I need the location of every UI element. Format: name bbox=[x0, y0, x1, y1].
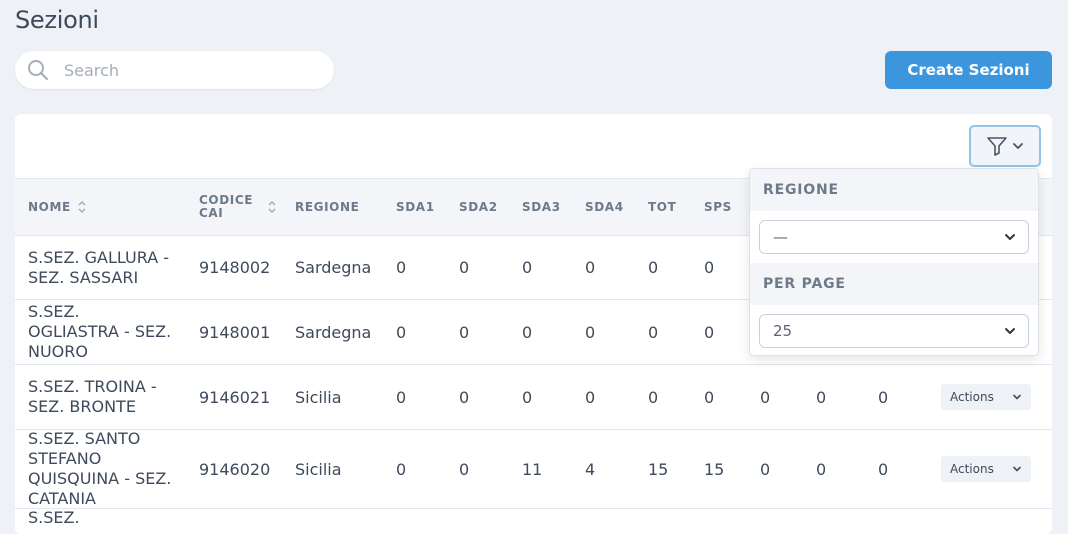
table-row: S.SEZ. bbox=[15, 508, 1052, 534]
tot-cell: 15 bbox=[648, 459, 669, 479]
regione-cell: Sardegna bbox=[295, 322, 372, 342]
tot-cell: 0 bbox=[648, 387, 659, 407]
per-page-select[interactable]: 25 bbox=[759, 314, 1029, 348]
sda4-cell: 4 bbox=[585, 459, 596, 479]
sort-icon[interactable] bbox=[77, 199, 87, 215]
nome-cell: S.SEZ. SANTO STEFANO QUISQUINA - SEZ. CATAN… bbox=[28, 429, 172, 508]
value-cell: 0 bbox=[878, 387, 889, 407]
filter-button[interactable] bbox=[969, 125, 1041, 167]
column-header-sda2: SDA2 bbox=[459, 200, 498, 214]
column-header-nome[interactable]: NOME bbox=[28, 179, 87, 235]
sps-cell: 0 bbox=[704, 387, 715, 407]
sda4-cell: 0 bbox=[585, 258, 596, 277]
value-cell: 0 bbox=[816, 387, 827, 407]
sps-cell: 0 bbox=[704, 322, 715, 342]
search-icon bbox=[28, 60, 48, 80]
chevron-down-icon bbox=[1013, 466, 1021, 472]
sps-cell: 15 bbox=[704, 459, 725, 479]
value-cell: 0 bbox=[760, 459, 771, 479]
search-box bbox=[15, 51, 334, 89]
sps-cell: 0 bbox=[704, 258, 715, 277]
per-page-filter-label: PER PAGE bbox=[750, 263, 1038, 305]
codice-cell: 9148002 bbox=[199, 258, 271, 277]
filter-dropdown: REGIONE — PER PAGE 25 bbox=[749, 168, 1039, 356]
column-header-sps: SPS bbox=[704, 200, 732, 214]
sda1-cell: 0 bbox=[396, 387, 407, 407]
column-header-sda4: SDA4 bbox=[585, 200, 624, 214]
nome-cell: S.SEZ. GALLURA - SEZ. SASSARI bbox=[28, 247, 169, 287]
tot-cell: 0 bbox=[648, 322, 659, 342]
chevron-down-icon bbox=[1013, 394, 1021, 400]
filter-icon bbox=[987, 137, 1007, 156]
sda1-cell: 0 bbox=[396, 459, 407, 479]
column-header-sda1: SDA1 bbox=[396, 200, 435, 214]
search-input[interactable] bbox=[62, 52, 322, 88]
actions-button[interactable]: Actions bbox=[941, 456, 1031, 482]
actions-button[interactable]: Actions bbox=[941, 384, 1031, 410]
table-row: S.SEZ. SANTO STEFANO QUISQUINA - SEZ. CATAN… bbox=[15, 429, 1052, 509]
sda1-cell: 0 bbox=[396, 322, 407, 342]
sda1-cell: 0 bbox=[396, 258, 407, 277]
chevron-down-icon bbox=[1005, 234, 1015, 240]
sda2-cell: 0 bbox=[459, 459, 470, 479]
codice-cell: 9146021 bbox=[199, 387, 271, 407]
codice-cell: 9146020 bbox=[199, 459, 271, 479]
value-cell: 0 bbox=[878, 459, 889, 479]
sda2-cell: 0 bbox=[459, 322, 470, 342]
tot-cell: 0 bbox=[648, 258, 659, 277]
nome-cell: S.SEZ. OGLIASTRA - SEZ. NUORO bbox=[28, 302, 172, 361]
sda3-cell: 11 bbox=[522, 459, 543, 479]
sort-icon[interactable] bbox=[267, 199, 277, 215]
nome-cell: S.SEZ. bbox=[28, 508, 80, 527]
create-sezioni-button[interactable]: Create Sezioni bbox=[885, 51, 1052, 89]
table-row: S.SEZ. TROINA - SEZ. BRONTE 9146021 Sicil… bbox=[15, 365, 1052, 430]
chevron-down-icon bbox=[1005, 328, 1015, 334]
nome-cell: S.SEZ. TROINA - SEZ. BRONTE bbox=[28, 377, 157, 416]
codice-cell: 9148001 bbox=[199, 322, 271, 342]
regione-cell: Sicilia bbox=[295, 387, 342, 407]
sda2-cell: 0 bbox=[459, 258, 470, 277]
sda2-cell: 0 bbox=[459, 387, 470, 407]
column-header-sda3: SDA3 bbox=[522, 200, 561, 214]
sda4-cell: 0 bbox=[585, 322, 596, 342]
page-title: Sezioni bbox=[15, 6, 99, 34]
regione-filter-label: REGIONE bbox=[750, 169, 1038, 211]
sda3-cell: 0 bbox=[522, 258, 533, 277]
regione-cell: Sicilia bbox=[295, 459, 342, 479]
value-cell: 0 bbox=[816, 459, 827, 479]
sda3-cell: 0 bbox=[522, 322, 533, 342]
chevron-down-icon bbox=[1013, 143, 1023, 149]
regione-cell: Sardegna bbox=[295, 258, 372, 277]
sda4-cell: 0 bbox=[585, 387, 596, 407]
sda3-cell: 0 bbox=[522, 387, 533, 407]
column-header-codice-cai[interactable]: CODICE CAI bbox=[199, 179, 277, 235]
value-cell: 0 bbox=[760, 387, 771, 407]
column-header-regione: REGIONE bbox=[295, 200, 360, 214]
regione-select[interactable]: — bbox=[759, 220, 1029, 254]
column-header-tot: TOT bbox=[648, 200, 677, 214]
